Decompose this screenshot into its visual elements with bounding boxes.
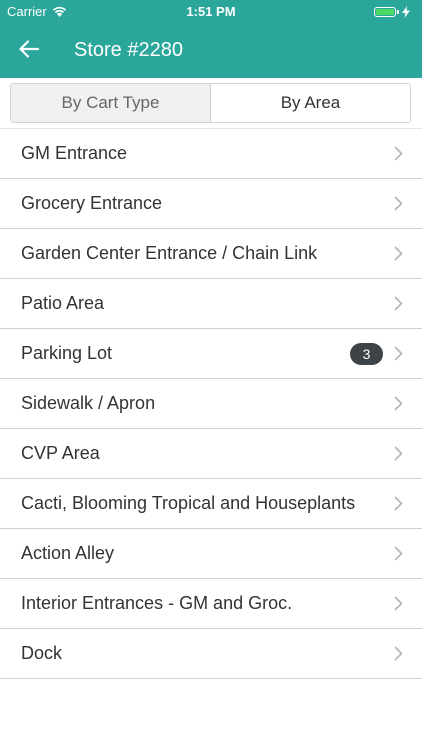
list-item-grocery-entrance[interactable]: Grocery Entrance	[0, 179, 422, 229]
list-item-label: Action Alley	[21, 543, 115, 563]
tab-by-area[interactable]: By Area	[211, 84, 410, 122]
list-item-label: GM Entrance	[21, 143, 128, 163]
list-item-label: Dock	[21, 643, 63, 663]
list-item-action-alley[interactable]: Action Alley	[0, 529, 422, 579]
chevron-right-icon	[394, 346, 403, 361]
status-time: 1:51 PM	[186, 4, 236, 19]
list-item-label: Interior Entrances - GM and Groc.	[21, 593, 293, 613]
list-item-gm-entrance[interactable]: GM Entrance	[0, 129, 422, 179]
list-item-label: Grocery Entrance	[21, 193, 163, 213]
list-item-label: Parking Lot	[21, 343, 113, 363]
list-item-label: Patio Area	[21, 293, 105, 313]
list-item-label: Garden Center Entrance / Chain Link	[21, 243, 318, 263]
list-item-parking-lot[interactable]: Parking Lot 3	[0, 329, 422, 379]
status-bar: Carrier 1:51 PM	[0, 0, 422, 22]
list-item-dock[interactable]: Dock	[0, 629, 422, 679]
list-item-patio-area[interactable]: Patio Area	[0, 279, 422, 329]
navigation-bar: Store #2280	[0, 22, 422, 78]
list-item-garden-center-entrance[interactable]: Garden Center Entrance / Chain Link	[0, 229, 422, 279]
count-badge: 3	[350, 343, 383, 365]
list-item-label: Cacti, Blooming Tropical and Houseplants	[21, 493, 356, 513]
chevron-right-icon	[394, 646, 403, 661]
battery-icon	[374, 7, 396, 17]
list-item-cacti-houseplants[interactable]: Cacti, Blooming Tropical and Houseplants	[0, 479, 422, 529]
area-list: GM Entrance Grocery Entrance Garden Cent…	[0, 128, 422, 679]
chevron-right-icon	[394, 546, 403, 561]
list-item-sidewalk-apron[interactable]: Sidewalk / Apron	[0, 379, 422, 429]
chevron-right-icon	[394, 596, 403, 611]
chevron-right-icon	[394, 196, 403, 211]
list-item-interior-entrances[interactable]: Interior Entrances - GM and Groc.	[0, 579, 422, 629]
battery-indicator	[374, 6, 410, 18]
chevron-right-icon	[394, 496, 403, 511]
back-arrow-icon[interactable]	[18, 38, 40, 60]
chevron-right-icon	[394, 396, 403, 411]
charging-bolt-icon	[402, 6, 410, 18]
list-item-cvp-area[interactable]: CVP Area	[0, 429, 422, 479]
page-title: Store #2280	[74, 39, 183, 61]
view-mode-segmented-control: By Cart Type By Area	[10, 83, 411, 123]
header-background: Carrier 1:51 PM Store #2280	[0, 0, 422, 78]
chevron-right-icon	[394, 296, 403, 311]
chevron-right-icon	[394, 146, 403, 161]
tab-by-cart-type[interactable]: By Cart Type	[11, 84, 211, 122]
chevron-right-icon	[394, 246, 403, 261]
chevron-right-icon	[394, 446, 403, 461]
list-item-label: Sidewalk / Apron	[21, 393, 156, 413]
list-item-label: CVP Area	[21, 443, 100, 463]
